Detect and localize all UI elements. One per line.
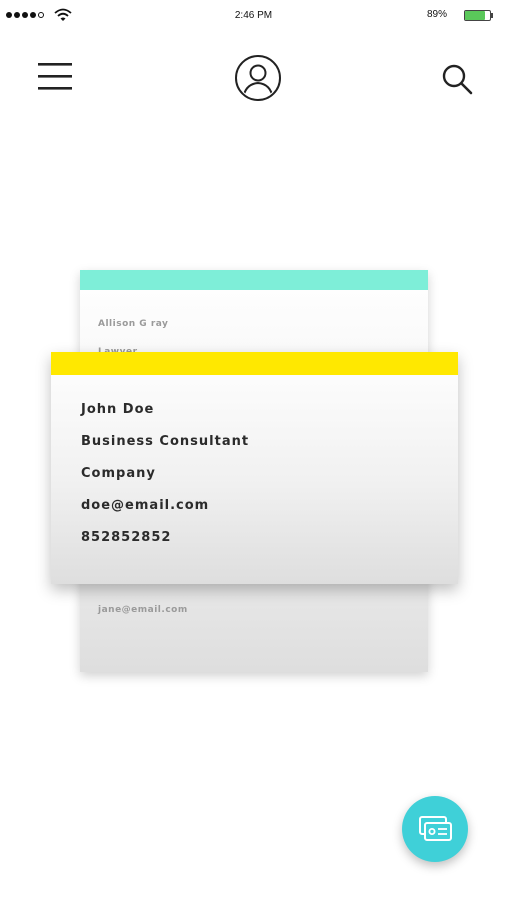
card-name: John Doe — [81, 402, 155, 417]
battery-percent: 89% — [427, 9, 448, 20]
business-cards-icon — [419, 816, 452, 841]
status-bar: 2:46 PM 89% — [0, 0, 507, 32]
card-title: Business Consultant — [81, 434, 250, 449]
card-company: Company — [81, 466, 156, 481]
user-avatar-icon[interactable] — [234, 54, 282, 102]
hamburger-menu-icon[interactable] — [36, 60, 74, 94]
card-name: Allison G ray — [98, 319, 169, 329]
card-email: jane@email.com — [98, 605, 188, 615]
battery-icon — [464, 10, 494, 22]
card-email: doe@email.com — [81, 498, 210, 513]
business-card-front[interactable]: John Doe Business Consultant Company doe… — [51, 352, 458, 584]
search-icon[interactable] — [440, 62, 474, 96]
add-card-button[interactable] — [402, 796, 468, 862]
card-accent-bar — [51, 352, 458, 375]
app-screen: 2:46 PM 89% Allison G ray Lawyer jane@em… — [0, 0, 507, 900]
card-phone: 852852852 — [81, 530, 172, 545]
card-accent-bar — [80, 270, 428, 290]
